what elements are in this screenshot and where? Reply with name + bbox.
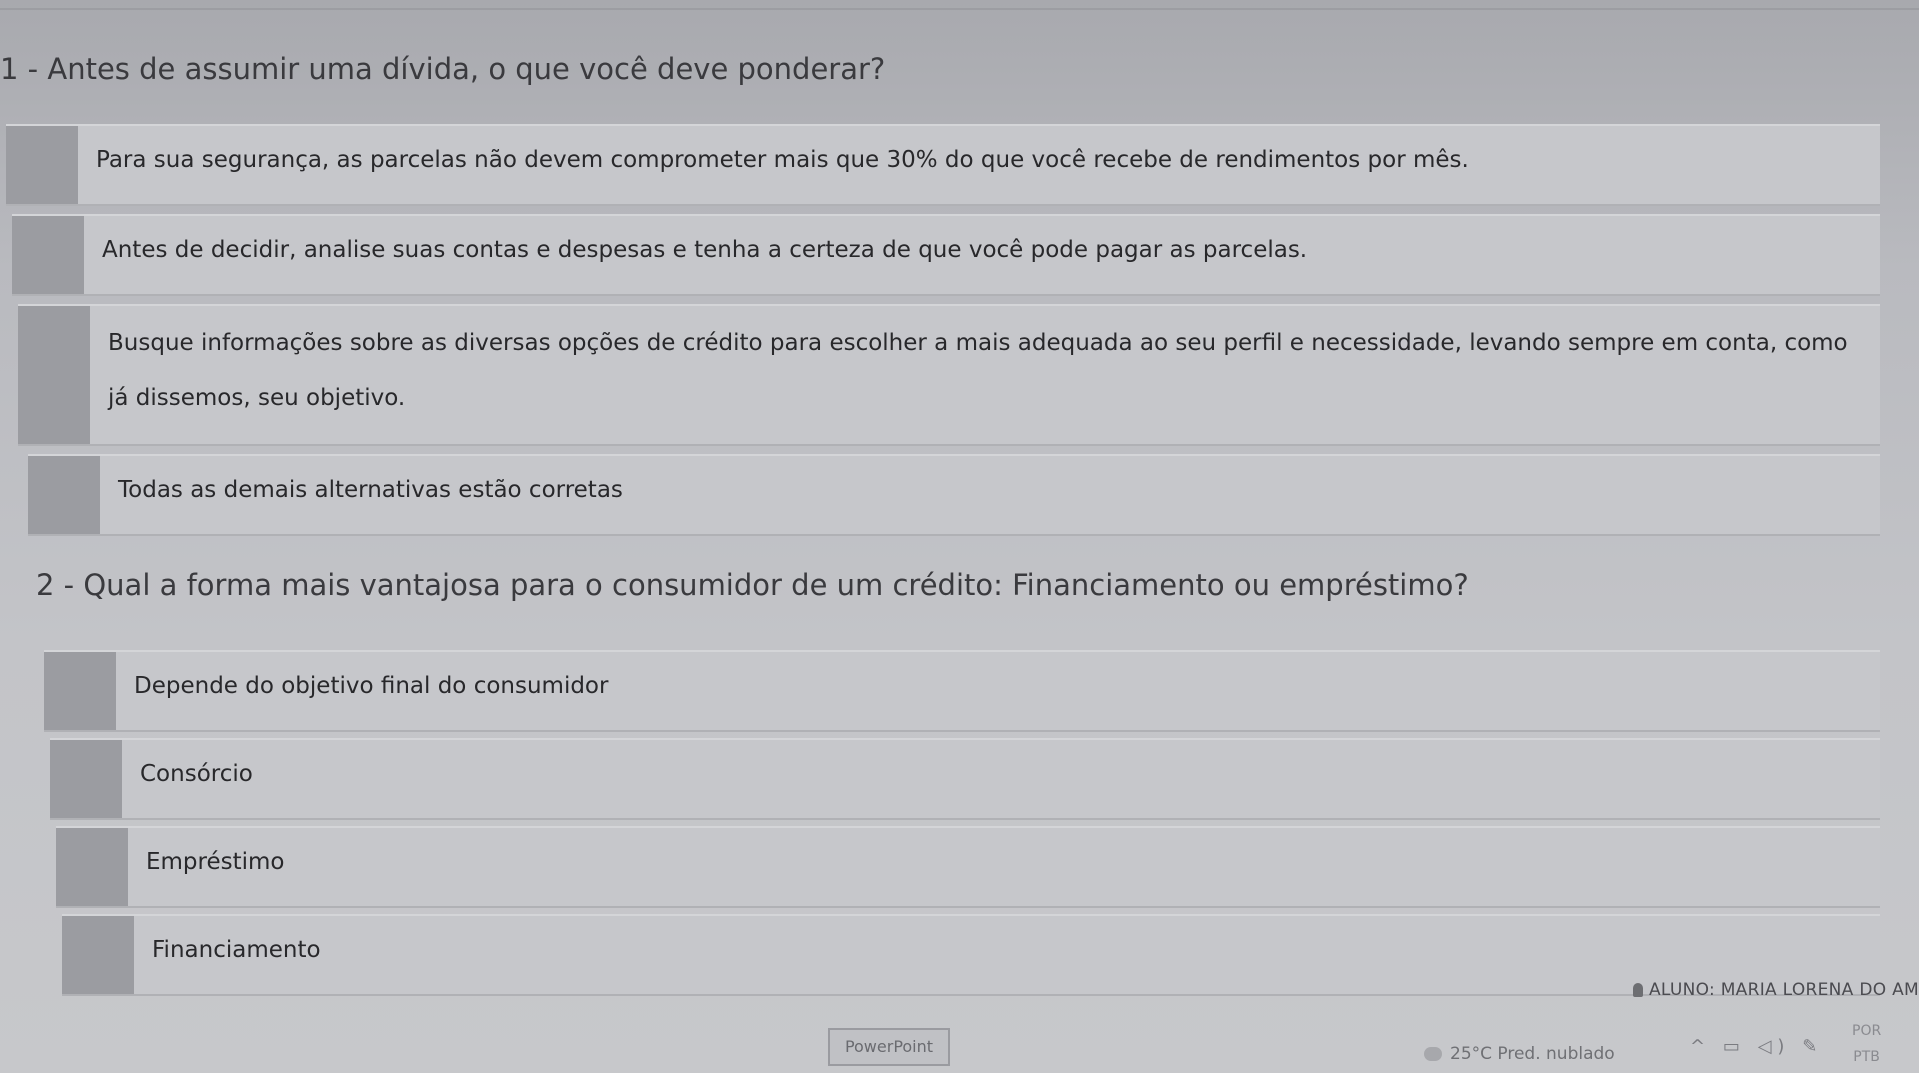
divider — [0, 8, 1919, 10]
option-radio[interactable] — [28, 456, 100, 534]
question-1-option-2[interactable]: Antes de decidir, analise suas contas e … — [12, 214, 1880, 296]
language-indicator[interactable]: POR PTB — [1852, 1018, 1881, 1070]
option-label: Financiamento — [152, 937, 321, 963]
language-bottom: PTB — [1853, 1049, 1880, 1065]
option-label: Busque informações sobre as diversas opç… — [108, 330, 1848, 412]
question-2-option-2[interactable]: Consórcio — [50, 738, 1880, 820]
volume-icon[interactable]: ◁) — [1758, 1036, 1791, 1057]
option-radio[interactable] — [12, 216, 84, 294]
option-label: Consórcio — [140, 761, 253, 787]
option-radio[interactable] — [50, 740, 122, 818]
user-icon — [1632, 983, 1643, 997]
question-1-title: 1 - Antes de assumir uma dívida, o que v… — [0, 52, 886, 86]
weather-widget[interactable]: 25°C Pred. nublado — [1424, 1044, 1615, 1064]
option-radio[interactable] — [62, 916, 134, 994]
question-2-option-3[interactable]: Empréstimo — [56, 826, 1880, 908]
student-name-label: ALUNO: MARIA LORENA DO AM — [1648, 980, 1919, 1000]
taskbar — [0, 1013, 1919, 1073]
option-radio[interactable] — [6, 126, 78, 204]
option-label: Antes de decidir, analise suas contas e … — [102, 237, 1308, 263]
question-1-option-3[interactable]: Busque informações sobre as diversas opç… — [18, 304, 1880, 446]
cloud-icon — [1424, 1047, 1442, 1061]
option-label: Todas as demais alternativas estão corre… — [118, 477, 623, 503]
powerpoint-taskbar-button[interactable]: PowerPoint — [828, 1028, 950, 1066]
network-icon[interactable]: ▭ — [1723, 1036, 1746, 1057]
quiz-page: 1 - Antes de assumir uma dívida, o que v… — [0, 0, 1919, 1073]
language-top: POR — [1852, 1023, 1882, 1039]
option-label: Empréstimo — [146, 849, 285, 875]
option-radio[interactable] — [56, 828, 128, 906]
option-radio[interactable] — [44, 652, 116, 730]
question-2-option-4[interactable]: Financiamento — [62, 914, 1880, 996]
system-tray: ^ ▭ ◁) ✎ — [1690, 1036, 1823, 1057]
question-1-option-1[interactable]: Para sua segurança, as parcelas não deve… — [6, 124, 1880, 206]
question-1-option-4[interactable]: Todas as demais alternativas estão corre… — [28, 454, 1880, 536]
question-2-option-1[interactable]: Depende do objetivo final do consumidor — [44, 650, 1880, 732]
weather-label: 25°C Pred. nublado — [1450, 1044, 1615, 1064]
question-2-title: 2 - Qual a forma mais vantajosa para o c… — [36, 568, 1469, 602]
option-label: Depende do objetivo final do consumidor — [134, 673, 609, 699]
chevron-up-icon[interactable]: ^ — [1690, 1036, 1711, 1057]
student-name: ALUNO: MARIA LORENA DO AM — [1632, 980, 1919, 1000]
option-radio[interactable] — [18, 306, 90, 444]
pen-icon[interactable]: ✎ — [1802, 1036, 1823, 1057]
option-label: Para sua segurança, as parcelas não deve… — [96, 147, 1469, 173]
